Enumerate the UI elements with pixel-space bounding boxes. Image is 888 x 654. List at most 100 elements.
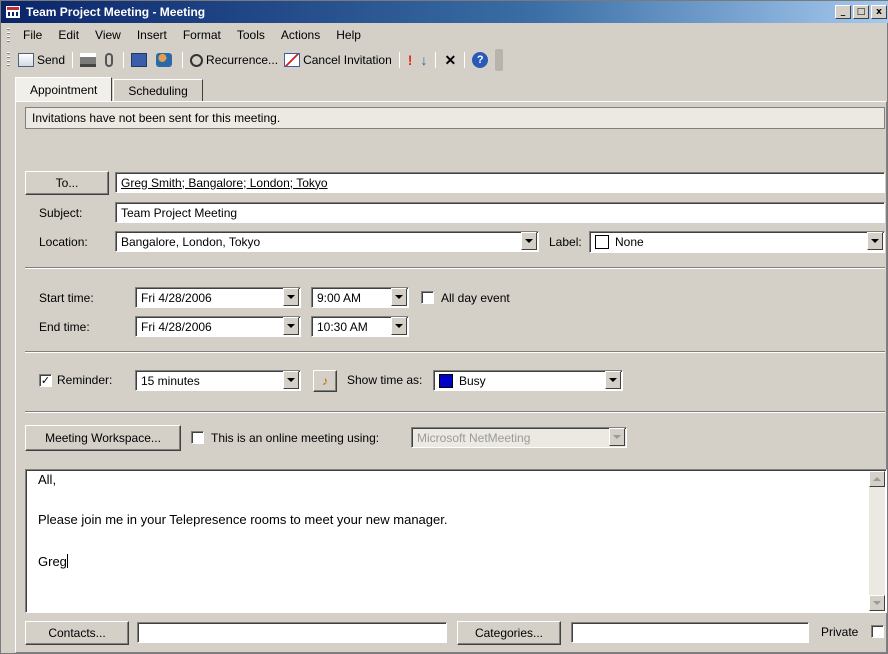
paperclip-icon bbox=[105, 53, 114, 67]
private-checkbox[interactable] bbox=[871, 625, 884, 638]
categories-button[interactable]: Categories... bbox=[457, 621, 561, 645]
low-importance-button[interactable]: ↓ bbox=[416, 50, 431, 70]
tab-scheduling[interactable]: Scheduling bbox=[113, 79, 203, 101]
menu-tools[interactable]: Tools bbox=[237, 28, 265, 42]
cancel-invitation-button[interactable]: Cancel Invitation bbox=[281, 50, 395, 70]
menu-view[interactable]: View bbox=[95, 28, 121, 42]
check-names-button[interactable] bbox=[153, 50, 178, 70]
menu-insert[interactable]: Insert bbox=[137, 28, 167, 42]
recurrence-icon bbox=[190, 53, 204, 67]
scroll-down-icon[interactable] bbox=[869, 595, 885, 611]
toolbar-grip-icon[interactable] bbox=[7, 52, 10, 68]
menu-grip-icon[interactable] bbox=[7, 28, 10, 42]
send-icon bbox=[18, 53, 34, 67]
send-label: Send bbox=[37, 53, 66, 67]
cancel-invitation-icon bbox=[284, 53, 301, 67]
busy-color-swatch bbox=[439, 373, 453, 388]
online-meeting-label: This is an online meeting using: bbox=[211, 431, 380, 445]
label-dropdown-arrow[interactable] bbox=[867, 232, 883, 250]
categories-field[interactable] bbox=[571, 622, 809, 643]
label-color-swatch bbox=[595, 235, 609, 249]
cancel-invitation-label: Cancel Invitation bbox=[303, 53, 392, 67]
subject-label: Subject: bbox=[39, 206, 83, 220]
online-meeting-provider-field: Microsoft NetMeeting bbox=[411, 427, 627, 448]
standard-toolbar: Send Recurrence... Cancel Invitation ! ↓… bbox=[1, 48, 888, 72]
end-time-dropdown-arrow[interactable] bbox=[391, 317, 407, 335]
divider bbox=[25, 267, 885, 269]
label-value: None bbox=[615, 235, 644, 249]
window-title: Team Project Meeting - Meeting bbox=[26, 5, 206, 19]
menu-actions[interactable]: Actions bbox=[281, 28, 320, 42]
start-date-field[interactable]: Fri 4/28/2006 bbox=[135, 287, 301, 308]
menu-help[interactable]: Help bbox=[336, 28, 361, 42]
title-bar[interactable]: Team Project Meeting - Meeting _ □ x bbox=[1, 1, 888, 23]
info-bar: Invitations have not been sent for this … bbox=[25, 107, 885, 129]
check-names-icon bbox=[156, 53, 173, 67]
end-time-label: End time: bbox=[39, 320, 90, 334]
tab-appointment[interactable]: Appointment bbox=[15, 77, 113, 101]
label-field[interactable]: None bbox=[589, 231, 885, 253]
to-button[interactable]: To... bbox=[25, 171, 109, 195]
reminder-field[interactable]: 15 minutes bbox=[135, 370, 301, 391]
contacts-button[interactable]: Contacts... bbox=[25, 621, 129, 645]
end-date-dropdown-arrow[interactable] bbox=[283, 317, 299, 335]
toolbar-separator bbox=[398, 52, 400, 68]
maximize-button[interactable]: □ bbox=[853, 5, 869, 19]
menu-edit[interactable]: Edit bbox=[58, 28, 79, 42]
print-icon bbox=[80, 53, 97, 67]
show-time-as-field[interactable]: Busy bbox=[433, 370, 623, 391]
address-book-button[interactable] bbox=[128, 50, 153, 70]
show-time-as-label: Show time as: bbox=[347, 373, 423, 387]
all-day-event-label: All day event bbox=[441, 291, 510, 305]
toolbar-separator bbox=[464, 52, 466, 68]
all-day-event-checkbox[interactable] bbox=[421, 291, 434, 304]
start-date-dropdown-arrow[interactable] bbox=[283, 288, 299, 306]
reminder-dropdown-arrow[interactable] bbox=[283, 371, 299, 389]
subject-field[interactable]: Team Project Meeting bbox=[115, 202, 885, 223]
menu-format[interactable]: Format bbox=[183, 28, 221, 42]
location-field[interactable]: Bangalore, London, Tokyo bbox=[115, 231, 539, 252]
toolbar-separator bbox=[435, 52, 437, 68]
attach-button[interactable] bbox=[102, 50, 119, 70]
divider bbox=[25, 351, 885, 353]
reminder-checkbox[interactable]: ✓ bbox=[39, 374, 52, 387]
meeting-icon bbox=[5, 5, 21, 19]
reminder-label: Reminder: bbox=[57, 373, 113, 387]
text-caret bbox=[66, 554, 68, 568]
toolbar-separator bbox=[72, 52, 74, 68]
meeting-workspace-button[interactable]: Meeting Workspace... bbox=[25, 425, 181, 451]
send-button[interactable]: Send bbox=[15, 50, 68, 70]
menu-bar: File Edit View Insert Format Tools Actio… bbox=[1, 25, 888, 45]
delete-button[interactable]: ✕ bbox=[440, 50, 460, 70]
start-time-dropdown-arrow[interactable] bbox=[391, 288, 407, 306]
toolbar-options-icon[interactable] bbox=[495, 49, 504, 71]
contacts-field[interactable] bbox=[137, 622, 447, 643]
close-button[interactable]: x bbox=[871, 5, 887, 19]
recurrence-label: Recurrence... bbox=[206, 53, 279, 67]
end-date-field[interactable]: Fri 4/28/2006 bbox=[135, 316, 301, 337]
to-field[interactable]: Greg Smith; Bangalore; London; Tokyo bbox=[115, 172, 885, 193]
recurrence-button[interactable]: Recurrence... bbox=[187, 50, 281, 70]
private-label: Private bbox=[821, 625, 859, 639]
tab-strip: Appointment Scheduling bbox=[15, 77, 204, 101]
reminder-sound-icon[interactable]: ♪ bbox=[313, 370, 337, 392]
body-line: Greg bbox=[38, 554, 68, 569]
body-signature: Greg bbox=[38, 554, 67, 569]
high-importance-button[interactable]: ! bbox=[404, 50, 417, 70]
location-dropdown-arrow[interactable] bbox=[521, 232, 537, 250]
menu-file[interactable]: File bbox=[23, 28, 42, 42]
online-meeting-checkbox[interactable] bbox=[191, 431, 204, 444]
show-time-as-dropdown-arrow[interactable] bbox=[605, 371, 621, 389]
address-book-icon bbox=[131, 53, 148, 67]
body-scrollbar[interactable] bbox=[869, 471, 885, 611]
message-body[interactable]: All, Please join me in your Telepresence… bbox=[25, 469, 887, 613]
help-button[interactable]: ? bbox=[469, 50, 491, 70]
toolbar-separator bbox=[182, 52, 184, 68]
label-label: Label: bbox=[549, 235, 582, 249]
show-time-as-value: Busy bbox=[459, 373, 486, 388]
minimize-button[interactable]: _ bbox=[835, 5, 851, 19]
toolbar-separator bbox=[123, 52, 125, 68]
print-button[interactable] bbox=[77, 50, 102, 70]
body-line: All, bbox=[38, 472, 57, 487]
scroll-up-icon[interactable] bbox=[869, 471, 885, 487]
